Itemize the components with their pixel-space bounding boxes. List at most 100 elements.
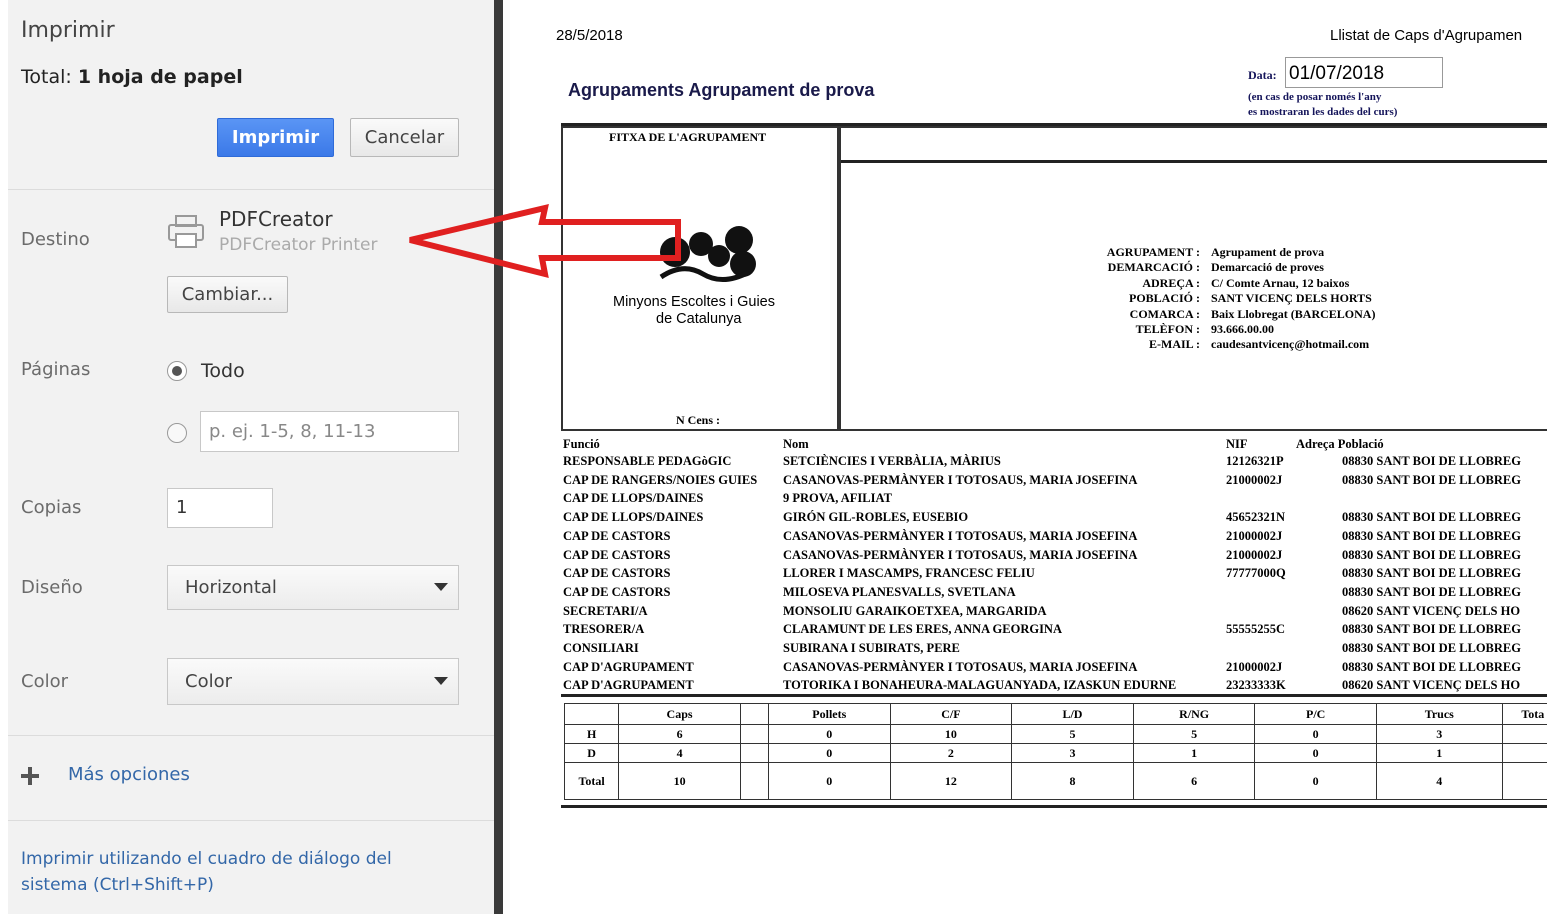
summary-header-cell: [563, 703, 620, 725]
cell-nom: SUBIRANA I SUBIRATS, PERE: [783, 641, 960, 655]
summary-header-cell: [739, 703, 770, 725]
summary-cell: 12: [889, 762, 1013, 800]
info-key: ADREÇA :: [1142, 275, 1200, 290]
cell-nom: LLORER I MASCAMPS, FRANCESC FELIU: [783, 566, 1035, 581]
summary-row: Total 10 0 12 8 6 0 4: [563, 762, 1547, 800]
copies-input[interactable]: 1: [167, 488, 273, 528]
cell-nif: 77777000Q: [1226, 566, 1286, 581]
printer-name: PDFCreator: [219, 207, 333, 231]
summary-cell: 0: [768, 724, 891, 744]
cell-pob: 08830 SANT BOI DE LLOBREG: [1342, 584, 1521, 599]
summary-cell: [739, 743, 770, 763]
summary-cell: 8: [1011, 762, 1134, 800]
cell-pob: 08830 SANT BOI DE LLOBREG: [1342, 641, 1521, 655]
summary-cell: 0: [1254, 743, 1377, 763]
cell-nom: CLARAMUNT DE LES ERES, ANNA GEORGINA: [783, 622, 1062, 637]
total-sheets: Total: 1 hoja de papel: [21, 66, 243, 88]
agrupament-heading: Agrupaments Agrupament de prova: [568, 80, 875, 100]
cell-nif: 23233333K: [1226, 678, 1286, 693]
summary-cell: 0: [1254, 724, 1377, 744]
summary-cell: H: [563, 724, 620, 744]
cell-funcio: CAP DE CASTORS: [563, 547, 671, 562]
summary-cell: 3: [1375, 724, 1503, 744]
cell-nif: 21000002J: [1226, 472, 1283, 487]
summary-header-cell: Pollets: [768, 703, 891, 725]
destination-label: Destino: [21, 229, 90, 250]
pages-all-radio[interactable]: [167, 361, 187, 381]
cell-nom: CASANOVAS-PERMÀNYER I TOTOSAUS, MARIA JO…: [783, 472, 1138, 487]
color-select[interactable]: Color: [167, 658, 459, 705]
summary-cell: 6: [618, 724, 741, 744]
summary-cell: 10: [618, 762, 741, 800]
cell-pob: 08830 SANT BOI DE LLOBREG: [1342, 547, 1521, 562]
change-destination-button[interactable]: Cambiar...: [167, 276, 288, 313]
color-label: Color: [21, 671, 68, 692]
cell-funcio: CAP D'AGRUPAMENT: [563, 659, 694, 674]
plus-icon[interactable]: [21, 767, 39, 785]
copies-label: Copias: [21, 497, 82, 518]
col-nif: NIF: [1226, 437, 1248, 451]
cell-funcio: CAP DE CASTORS: [563, 528, 671, 543]
cell-funcio: TRESORER/A: [563, 622, 645, 637]
cell-nom: SETCIÈNCIES I VERBÀLIA, MÀRIUS: [783, 454, 1001, 468]
cell-nom: TOTORIKA I BONAHEURA-MALAGUANYADA, IZASK…: [783, 678, 1177, 693]
cell-pob: 08620 SANT VICENÇ DELS HO: [1342, 678, 1521, 693]
info-value: Demarcació de proves: [1211, 260, 1324, 275]
summary-cell: D: [563, 743, 620, 763]
summary-cell: 2: [889, 743, 1013, 763]
cell-funcio: CAP D'AGRUPAMENT: [563, 678, 694, 693]
radio-selected-dot: [172, 366, 182, 376]
print-preview: 28/5/2018 Llistat de Caps d'Agrupamen Ag…: [503, 0, 1547, 914]
total-value: 1 hoja de papel: [77, 66, 243, 88]
summary-cell: 1: [1375, 743, 1503, 763]
summary-cell: 3: [1011, 743, 1134, 763]
layout-select[interactable]: Horizontal: [167, 565, 459, 610]
divider: [8, 189, 494, 190]
pages-custom-radio[interactable]: [167, 423, 187, 443]
summary-row: H 6 0 10 5 5 0 3: [563, 724, 1547, 744]
more-options-link[interactable]: Más opciones: [68, 764, 190, 785]
info-value: 93.666.00.00: [1211, 322, 1274, 336]
info-key: COMARCA :: [1129, 306, 1200, 321]
fitxa-label: FITXA DE L'AGRUPAMENT: [609, 130, 767, 144]
summary-cell: 0: [768, 743, 891, 763]
printer-subtitle: PDFCreator Printer: [219, 235, 378, 255]
cell-nom: CASANOVAS-PERMÀNYER I TOTOSAUS, MARIA JO…: [783, 547, 1138, 562]
cell-nom: GIRÓN GIL-ROBLES, EUSEBIO: [783, 510, 969, 525]
print-button[interactable]: Imprimir: [217, 118, 334, 157]
printer-icon: [167, 214, 205, 250]
frame-line: [561, 694, 1547, 697]
summary-cell: [739, 724, 770, 744]
summary-cell: 5: [1132, 724, 1256, 744]
info-value: Baix Llobregat (BARCELONA): [1211, 306, 1376, 321]
cell-nif: 21000002J: [1226, 528, 1283, 543]
chevron-down-icon: [434, 677, 448, 685]
system-dialog-link-line1[interactable]: Imprimir utilizando el cuadro de diálogo…: [21, 849, 392, 869]
cancel-button[interactable]: Cancelar: [350, 118, 459, 157]
system-dialog-link-line2[interactable]: sistema (Ctrl+Shift+P): [21, 875, 214, 895]
total-prefix: Total:: [21, 66, 78, 88]
cell-funcio: RESPONSABLE PEDAGòGIC: [563, 454, 732, 468]
cell-pob: 08830 SANT BOI DE LLOBREG: [1342, 659, 1521, 674]
cell-funcio: CAP DE RANGERS/NOIES GUIES: [563, 472, 758, 487]
info-value: C/ Comte Arnau, 12 baixos: [1211, 275, 1350, 290]
info-value: SANT VICENÇ DELS HORTS: [1211, 291, 1372, 306]
pages-all-label[interactable]: Todo: [201, 360, 245, 382]
cell-pob: 08830 SANT BOI DE LLOBREG: [1342, 472, 1521, 487]
logo-text-2: de Catalunya: [656, 311, 742, 327]
info-key: AGRUPAMENT :: [1106, 245, 1200, 259]
cell-funcio: CAP DE LLOPS/DAINES: [563, 491, 704, 506]
cell-nom: MILOSEVA PLANESVALLS, SVETLANA: [783, 584, 1016, 599]
data-field: 01/07/2018: [1285, 57, 1443, 88]
data-note-2: es mostraran les dades del curs): [1248, 106, 1398, 118]
pages-range-input[interactable]: p. ej. 1-5, 8, 11-13: [200, 411, 459, 452]
cell-funcio: CAP DE LLOPS/DAINES: [563, 510, 704, 525]
cell-nom: MONSOLIU GARAIKOETXEA, MARGARIDA: [783, 603, 1047, 618]
logo-text-1: Minyons Escoltes i Guies: [613, 294, 775, 310]
info-key: DEMARCACIÓ :: [1107, 260, 1200, 275]
panel-separator: [494, 0, 503, 914]
cell-nif: 21000002J: [1226, 547, 1283, 562]
cell-nif: 55555255C: [1226, 622, 1286, 637]
info-value: caudesantvicenç@hotmail.com: [1211, 337, 1370, 352]
info-key: POBLACIÓ :: [1128, 291, 1200, 306]
